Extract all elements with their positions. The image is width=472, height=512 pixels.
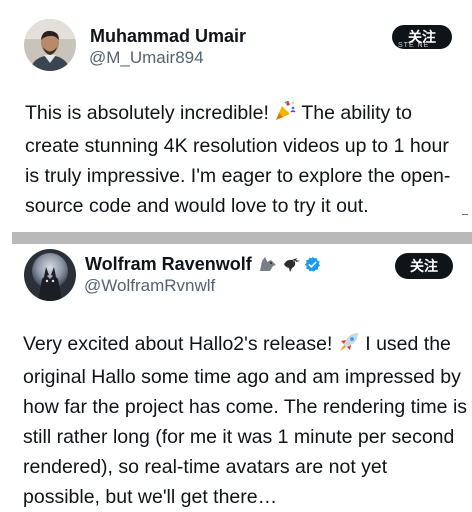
post-divider [12,232,472,244]
raven-emoji-icon [281,255,301,278]
post-muhammad-umair: Muhammad Umair @M_Umair894 关注 STE NE Thi… [0,0,472,232]
wolf-emoji-icon [258,255,278,278]
post-text: Very excited about Hallo2's release! I u… [23,329,468,512]
watermark-text: STE NE [398,42,430,49]
user-handle[interactable]: @WolframRvnwlf [84,275,215,297]
display-name[interactable]: Muhammad Umair [90,25,246,47]
rocket-icon [338,331,360,362]
post-text-part-1: Very excited about Hallo2's release! [23,333,338,355]
separator-tick [462,214,468,215]
verified-badge-icon [304,256,321,278]
post-text: This is absolutely incredible! The abili… [25,98,465,221]
display-name-text[interactable]: Wolfram Ravenwolf [85,254,252,274]
post-wolfram-ravenwolf: Wolfram Ravenwolf @WolframRvnwlf 关注 Very… [0,244,472,508]
avatar[interactable] [24,249,76,301]
post-text-part-2: I used the original Hallo some time ago … [23,333,468,508]
follow-button[interactable]: 关注 [395,253,453,279]
avatar[interactable] [24,19,76,71]
party-popper-icon [274,100,296,131]
post-text-part-1: This is absolutely incredible! [25,102,275,124]
name-badges [258,255,321,278]
user-handle[interactable]: @M_Umair894 [89,47,204,69]
